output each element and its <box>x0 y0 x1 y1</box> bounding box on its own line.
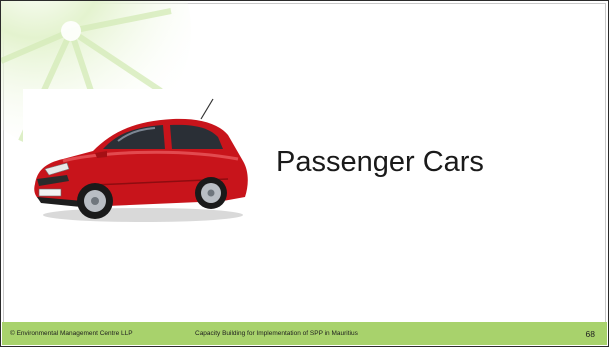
slide-title: Passenger Cars <box>276 146 484 178</box>
footer-organization: © Environmental Management Centre LLP <box>10 330 133 337</box>
slide: Passenger Cars © Environmental Managemen… <box>0 0 609 347</box>
page-number: 68 <box>585 328 595 339</box>
red-car-image <box>23 89 253 229</box>
footer-subject: Capacity Building for Implementation of … <box>195 330 358 337</box>
footer-bar: © Environmental Management Centre LLP Ca… <box>2 322 607 345</box>
